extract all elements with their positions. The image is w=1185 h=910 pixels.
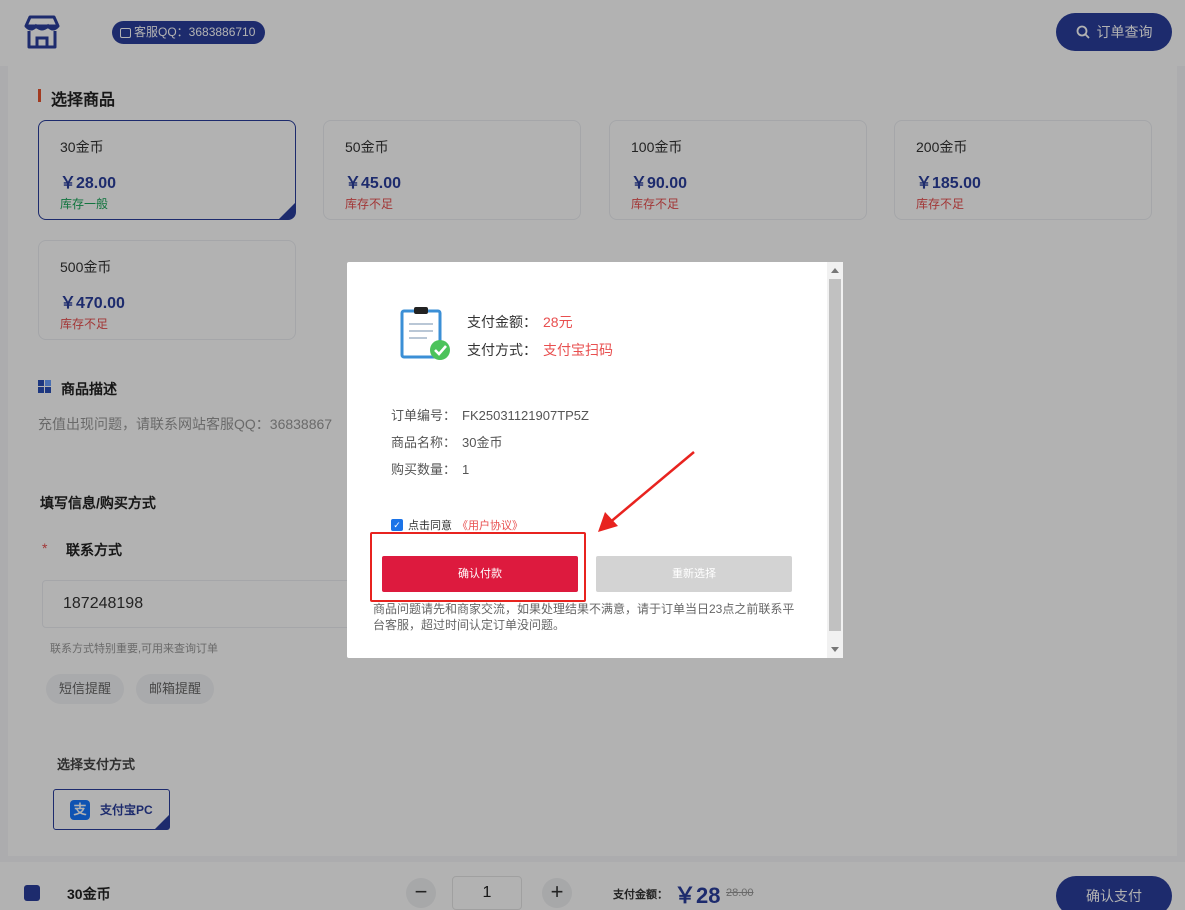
confirm-pay-button[interactable]: 确认付款 xyxy=(382,556,578,592)
order-number-label: 订单编号： xyxy=(391,408,457,423)
product-name-row: 商品名称： 30金币 xyxy=(391,432,502,451)
modal-note: 商品问题请先和商家交流，如果处理结果不满意，请于订单当日23点之前联系平台客服，… xyxy=(373,602,795,632)
product-name-label: 商品名称： xyxy=(391,435,457,450)
scroll-up-icon[interactable] xyxy=(831,268,839,273)
quantity-value: 1 xyxy=(462,462,470,477)
order-number: FK25031121907TP5Z xyxy=(462,408,589,423)
product-name: 30金币 xyxy=(462,435,503,450)
order-document-icon xyxy=(400,307,450,360)
scroll-thumb[interactable] xyxy=(829,279,841,631)
modal-amount-value: 28元 xyxy=(543,314,573,330)
agreement-text: 点击同意 xyxy=(408,520,452,532)
agreement-row: ✓ 点击同意 《用户协议》 xyxy=(391,517,523,533)
modal-scrollbar[interactable] xyxy=(827,262,843,658)
modal-method-value: 支付宝扫码 xyxy=(543,342,613,358)
modal-method-label: 支付方式： xyxy=(467,342,537,358)
quantity-label: 购买数量： xyxy=(391,462,457,477)
quantity-row: 购买数量： 1 xyxy=(391,459,469,478)
modal-amount-label: 支付金额： xyxy=(467,314,537,330)
scroll-down-icon[interactable] xyxy=(831,647,839,652)
agreement-checkbox[interactable]: ✓ xyxy=(391,519,403,531)
order-number-row: 订单编号： FK25031121907TP5Z xyxy=(391,405,589,424)
user-agreement-link[interactable]: 《用户协议》 xyxy=(457,517,523,533)
reselect-button[interactable]: 重新选择 xyxy=(596,556,792,592)
annotation-arrow-icon xyxy=(598,451,695,532)
